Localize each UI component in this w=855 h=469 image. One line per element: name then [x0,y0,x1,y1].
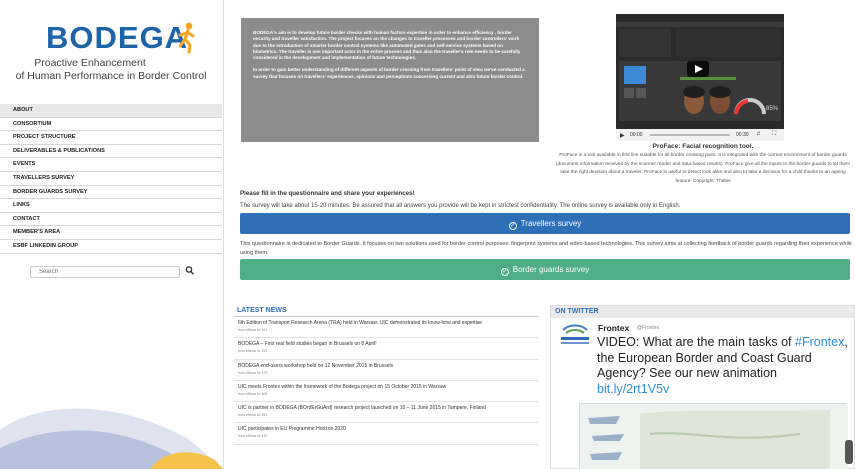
video-play-icon[interactable]: ▶ [620,132,625,139]
main-nav: ABOUT CONSORTIUM PROJECT STRUCTURE DELIVERA… [0,104,222,254]
logo-wordmark: BODEGA [46,20,189,55]
twitter-heading: ON TWITTER [551,306,854,318]
video-caption-title: ProFace: Facial recognition tool. [652,143,754,150]
news-item-source: from eNews Nr 493 [238,328,268,332]
latest-news-heading: LATEST NEWS [234,305,539,317]
nav-item-member-s-area[interactable]: MEMBER'S AREA [0,226,222,240]
search-input[interactable] [30,266,180,278]
news-item-title[interactable]: UIC participates in EU Programme Horizon… [238,426,539,432]
video-frame: 85% [616,14,784,129]
intro-paragraph: In order to gain better understanding of… [253,67,525,79]
twitter-handle[interactable]: @Frontex [637,325,659,331]
news-item-source: from eNews Nr 473 [238,370,268,375]
video-gauge-value: 85% [766,106,779,112]
news-item-title[interactable]: 6th Edition of Transport Research Arena … [238,320,539,326]
play-button-icon[interactable] [687,61,709,77]
news-item-title[interactable]: BODEGA end-users workshop held on 12 Nov… [238,363,539,369]
tweet-media-image[interactable] [579,403,848,469]
logo[interactable]: BODEGA Proactive Enhancement of Human Pe… [0,0,223,100]
nav-item-contact[interactable]: CONTACT [0,213,222,227]
intro-paragraph: BODEGA's aim is to develop future border… [253,30,521,61]
news-item[interactable]: UIC is partner in BODEGA (BOrdErGuArd) r… [234,402,539,424]
survey-heading: Please fill in the questionnaire and sha… [240,190,415,197]
news-item-source: from eNews Nr 453 [238,413,268,418]
logo-tagline-2: of Human Performance in Border Control [15,70,207,82]
nav-item-deliverables-publications[interactable]: DELIVERABLES & PUBLICATIONS [0,145,222,159]
news-list: 6th Edition of Transport Research Arena … [234,317,539,445]
nav-item-esbf-linkedin-group[interactable]: ESBF LINKEDIN GROUP [0,240,222,254]
sidebar: BODEGA Proactive Enhancement of Human Pe… [0,0,224,469]
border-guards-survey-label: Border guards survey [512,265,590,274]
video-time-end: 00:30 [736,132,749,138]
border-guards-survey-text: This questionnaire is dedicated to Borde… [240,241,852,256]
survey-intro-text: The survey will take about 15-20 minutes… [240,203,681,209]
video-player[interactable]: 85% ▶ 00:00 00:30 ♬ ⛶ [616,14,784,141]
news-item[interactable]: BODEGA end-users workshop held on 12 Nov… [234,360,539,381]
tweet-media-illustration [580,404,848,469]
news-item-source: from eNews Nr 492 [238,349,268,354]
twitter-panel: ON TWITTER Frontex @Frontex VIDEO: What … [550,305,855,469]
fullscreen-icon[interactable]: ⛶ [772,131,776,138]
tweet-text-part: VIDEO: What are the main tasks of [597,335,795,349]
nav-item-consortium[interactable]: CONSORTIUM [0,118,222,132]
news-item[interactable]: BODEGA – First real field studies began … [234,338,539,360]
news-item[interactable]: UIC participates in EU Programme Horizon… [234,423,539,445]
nav-item-links[interactable]: LINKS [0,199,222,213]
scrollbar-thumb[interactable] [845,440,853,464]
nav-item-border-guards-survey[interactable]: BORDER GUARDS SURVEY [0,186,222,200]
nav-item-project-structure[interactable]: PROJECT STRUCTURE [0,131,222,145]
travellers-survey-label: Travellers survey [520,219,582,228]
border-guards-survey-button[interactable]: ✓ Border guards survey [240,259,850,280]
tweet-text: VIDEO: What are the main tasks of #Front… [597,335,849,397]
walker-figure-icon [178,22,195,54]
latest-news-panel: LATEST NEWS 6th Edition of Transport Res… [234,305,539,469]
frontex-logo-icon[interactable] [557,320,595,350]
news-item[interactable]: 6th Edition of Transport Research Arena … [234,317,539,339]
news-item-source: from eNews Nr 430 [238,434,268,439]
check-circle-icon: ✓ [508,222,517,230]
news-item-source: from eNews Nr 466 [238,391,268,396]
video-controls: ▶ 00:00 00:30 ♬ ⛶ [616,129,784,141]
news-item-title[interactable]: BODEGA – First real field studies began … [238,341,539,347]
news-item-title[interactable]: UIC meets Frontex within the framework o… [238,384,539,390]
video-time-start: 00:00 [630,132,643,138]
volume-icon[interactable]: ♬ [756,131,762,137]
intro-box: BODEGA's aim is to develop future border… [241,18,539,142]
search-icon[interactable] [185,265,195,277]
tweet-hashtag-link[interactable]: #Frontex [795,335,844,349]
tweet-url-link[interactable]: bit.ly/2rt1V5v [597,382,669,396]
nav-item-about[interactable]: ABOUT [0,104,222,118]
check-circle-icon: ✓ [500,268,509,276]
video-progress-bar[interactable] [650,134,730,136]
page: BODEGA Proactive Enhancement of Human Pe… [0,0,855,469]
news-item[interactable]: UIC meets Frontex within the framework o… [234,381,539,403]
news-item-title[interactable]: UIC is partner in BODEGA (BOrdErGuArd) r… [238,405,539,411]
video-caption-text: ProFace is a tool available in first lin… [555,153,851,184]
twitter-account-name[interactable]: Frontex [598,323,629,333]
logo-tagline-1: Proactive Enhancement [34,57,146,69]
travellers-survey-button[interactable]: ✓ Travellers survey [240,213,850,234]
nav-item-travellers-survey[interactable]: TRAVELLERS SURVEY [0,172,222,186]
decorative-swoosh [0,408,223,469]
main-content: BODEGA's aim is to develop future border… [229,0,855,469]
nav-item-events[interactable]: EVENTS [0,158,222,172]
